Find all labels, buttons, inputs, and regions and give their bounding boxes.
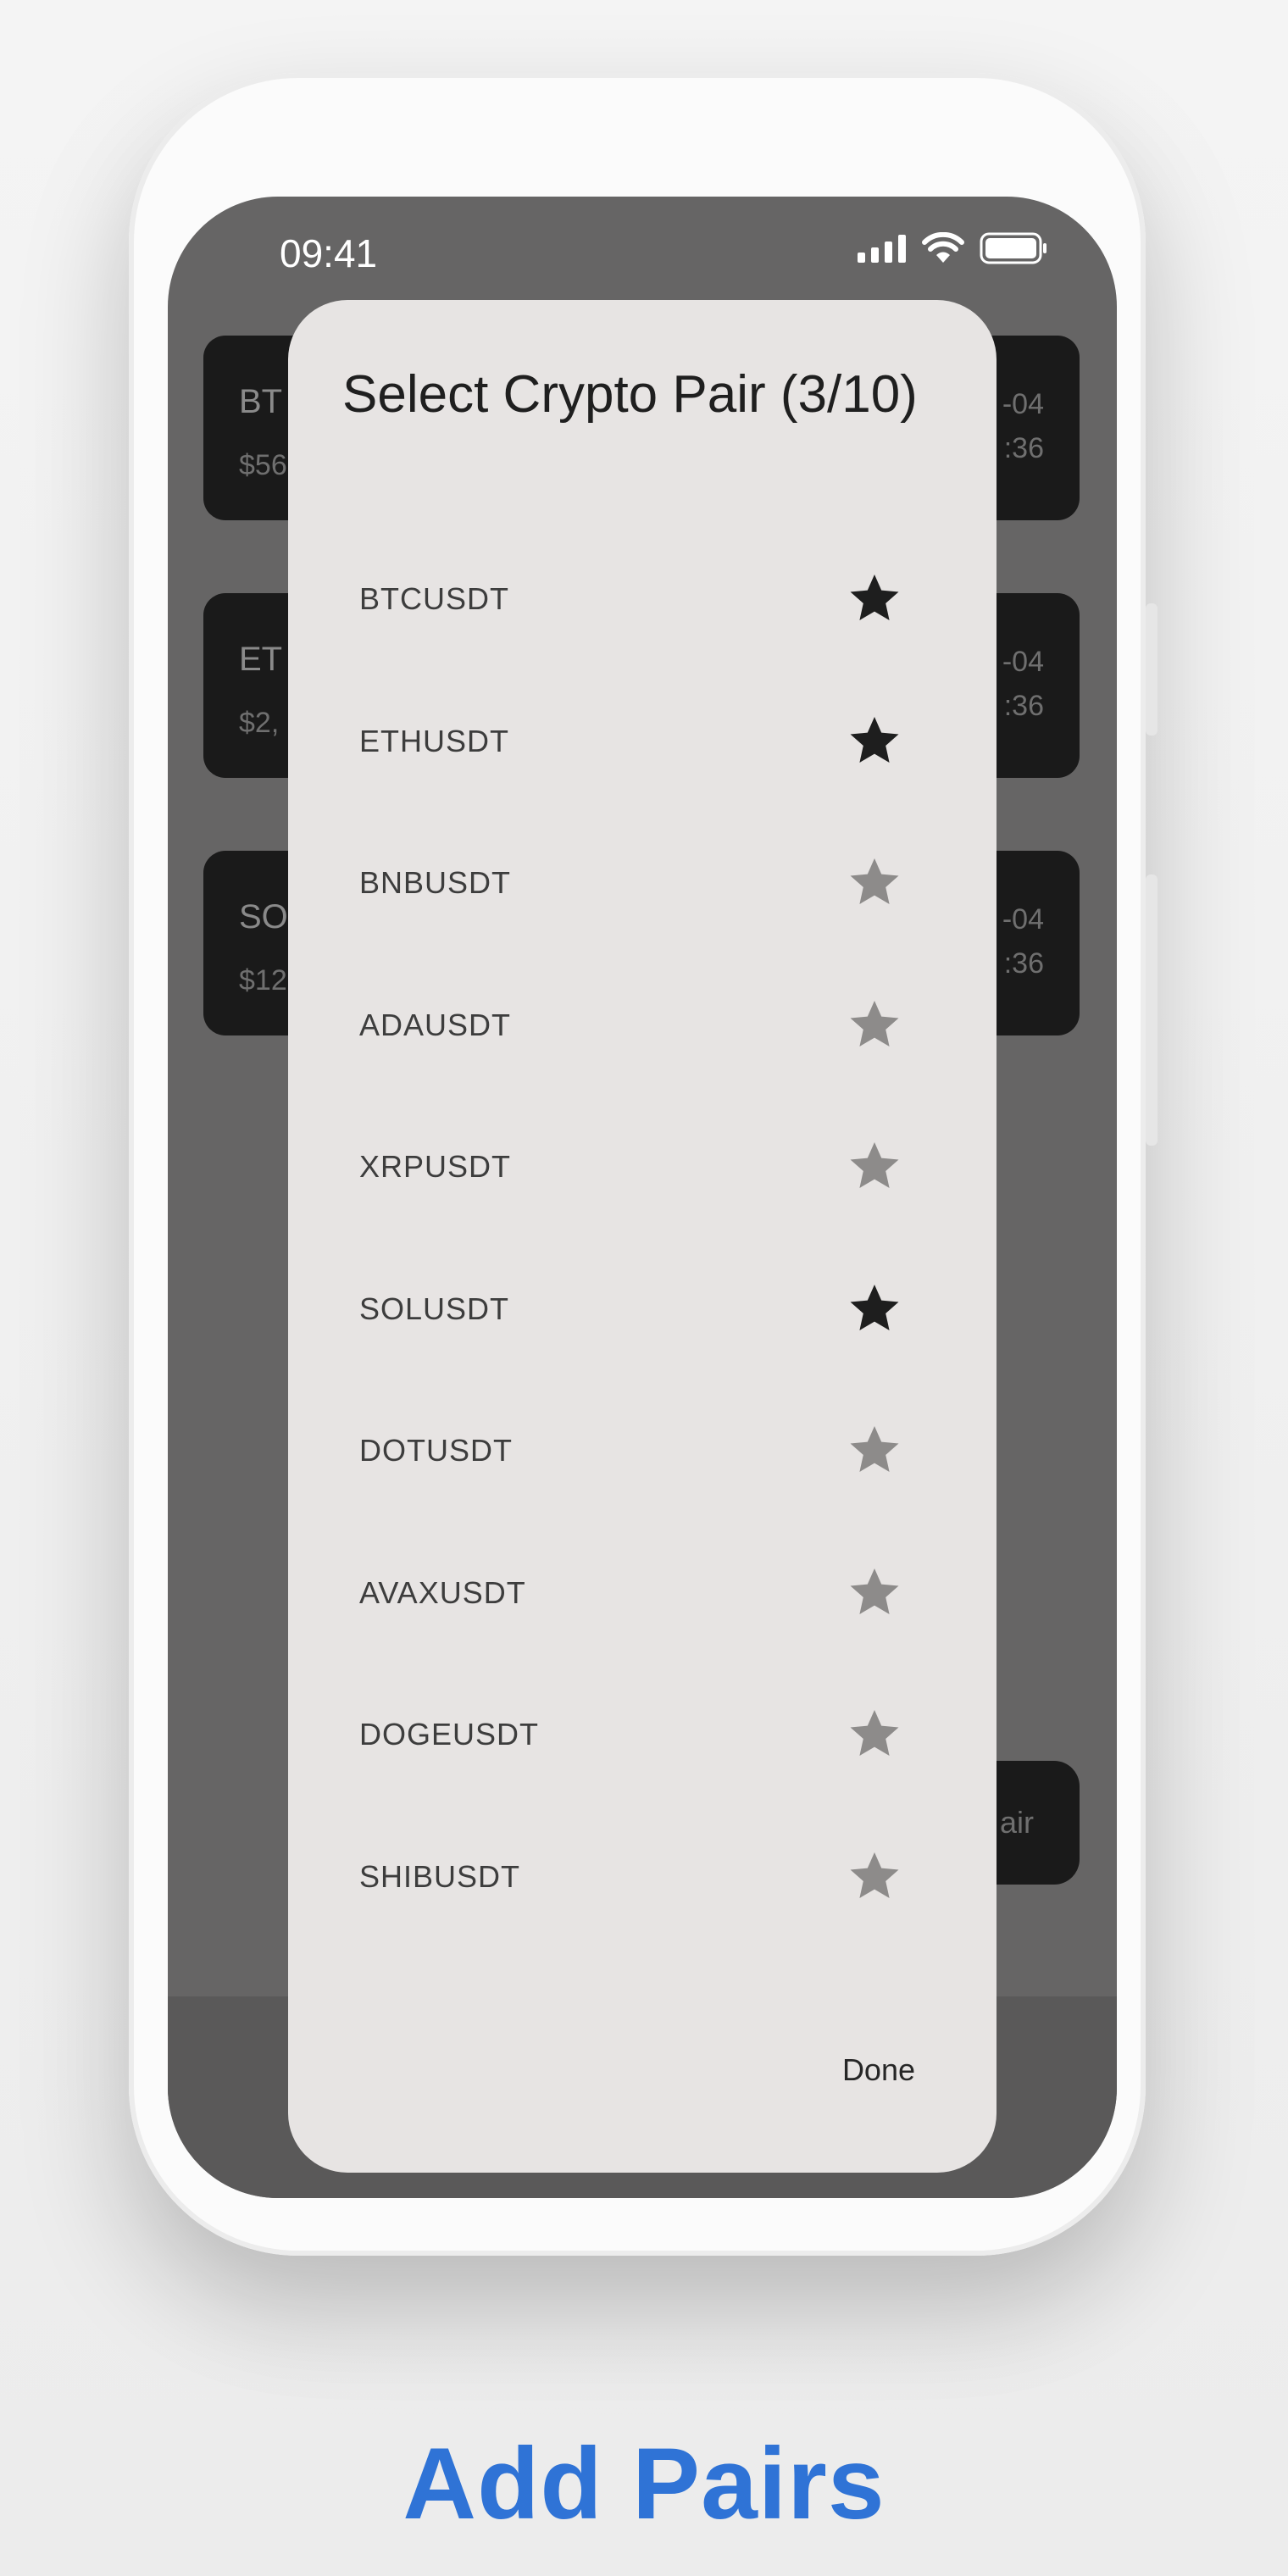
promo-caption: Add Pairs: [402, 2427, 886, 2540]
card-price: $56: [239, 449, 287, 481]
card-time: :36: [1003, 690, 1044, 722]
pair-label: ETHUSDT: [359, 723, 509, 758]
card-symbol: SO: [239, 898, 288, 935]
pair-label: SOLUSDT: [359, 1291, 510, 1326]
battery-icon: [980, 232, 1046, 264]
card-price: $12: [239, 964, 287, 997]
pair-label: BNBUSDT: [359, 865, 512, 900]
card-date: -04: [1002, 388, 1044, 420]
star-icon[interactable]: [847, 1139, 902, 1193]
pair-row[interactable]: SOLUSDT: [288, 1239, 997, 1381]
pair-label: DOGEUSDT: [359, 1717, 540, 1752]
card-date: -04: [1002, 903, 1044, 935]
pair-row[interactable]: AVAXUSDT: [288, 1523, 997, 1665]
status-bar: 09:41: [168, 197, 1117, 315]
card-date: -04: [1002, 646, 1044, 678]
pair-row[interactable]: ADAUSDT: [288, 955, 997, 1097]
pair-row[interactable]: SHIBUSDT: [288, 1807, 997, 1949]
card-time: :36: [1003, 947, 1044, 980]
star-icon[interactable]: [847, 1707, 902, 1761]
status-icons: [858, 232, 1047, 264]
pair-row[interactable]: DOTUSDT: [288, 1380, 997, 1523]
add-pair-label: air: [999, 1805, 1034, 1840]
dialog-title: Select Crypto Pair (3/10): [342, 365, 918, 424]
star-icon[interactable]: [847, 713, 902, 768]
star-icon[interactable]: [847, 1849, 902, 1903]
signal-icon: [858, 235, 906, 263]
done-button[interactable]: Done: [842, 2052, 915, 2088]
pair-label: SHIBUSDT: [359, 1858, 521, 1894]
pair-label: XRPUSDT: [359, 1149, 512, 1184]
pair-label: DOTUSDT: [359, 1433, 513, 1468]
card-time: :36: [1003, 432, 1044, 464]
side-button: [1146, 874, 1158, 1146]
card-price: $2,: [239, 707, 280, 739]
pair-row[interactable]: ETHUSDT: [288, 671, 997, 813]
pair-row[interactable]: DOGEUSDT: [288, 1664, 997, 1807]
star-icon[interactable]: [847, 855, 902, 909]
star-icon[interactable]: [847, 1565, 902, 1619]
select-pair-dialog: Select Crypto Pair (3/10) BTCUSDT ETHUSDT…: [288, 300, 997, 2173]
star-icon[interactable]: [847, 997, 902, 1052]
pair-label: AVAXUSDT: [359, 1574, 526, 1610]
star-icon[interactable]: [847, 1423, 902, 1477]
star-icon[interactable]: [847, 1281, 902, 1335]
pair-label: ADAUSDT: [359, 1007, 512, 1042]
pair-row[interactable]: BNBUSDT: [288, 813, 997, 955]
pair-row[interactable]: XRPUSDT: [288, 1096, 997, 1239]
status-time: 09:41: [280, 231, 378, 275]
card-symbol: ET: [239, 641, 283, 678]
pair-label: BTCUSDT: [359, 581, 509, 616]
star-icon[interactable]: [847, 571, 902, 625]
side-button: [1146, 603, 1158, 736]
card-symbol: BT: [239, 383, 283, 420]
wifi-icon: [922, 232, 964, 263]
pair-row[interactable]: BTCUSDT: [288, 529, 997, 671]
